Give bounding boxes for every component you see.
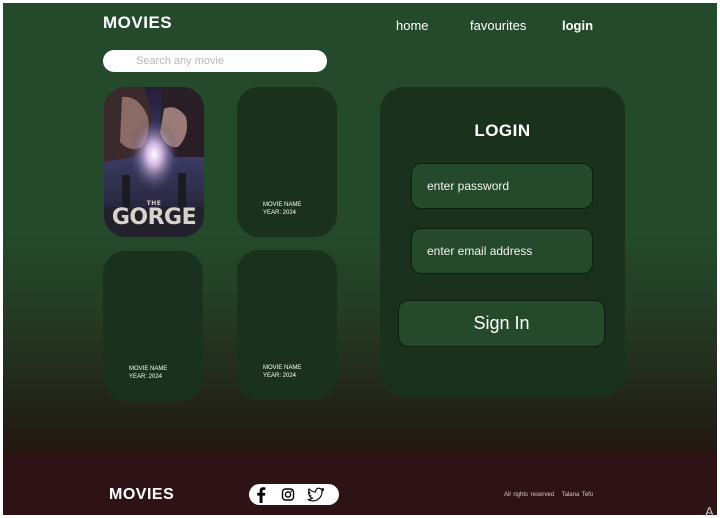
movie-year: YEAR: 2024: [263, 209, 297, 216]
poster-title-big: GORGE: [111, 205, 197, 230]
movie-card[interactable]: MOVIE NAME YEAR: 2024: [237, 250, 337, 400]
movie-card[interactable]: MOVIE NAME YEAR: 2024: [237, 87, 337, 237]
copyright-text: All rights reserved Talana Tefo: [504, 492, 598, 498]
nav-home-link[interactable]: home: [396, 18, 429, 33]
social-links: [249, 484, 339, 505]
footer-brand: MOVIES: [109, 486, 175, 503]
email-field[interactable]: [411, 228, 593, 274]
facebook-icon[interactable]: [252, 486, 270, 503]
nav-login-link[interactable]: login: [562, 18, 593, 33]
movie-meta: MOVIE NAME YEAR: 2024: [129, 366, 167, 381]
movie-meta: MOVIE NAME YEAR: 2024: [263, 202, 301, 217]
sign-in-button[interactable]: Sign In: [398, 300, 605, 347]
top-nav: home favourites login: [3, 18, 717, 38]
movie-year: YEAR: 2024: [129, 373, 163, 380]
movie-year: YEAR: 2024: [263, 372, 297, 379]
login-title: LOGIN: [474, 121, 531, 140]
footer: MOVIES All rights reserved Talana Tefo: [3, 451, 717, 515]
rights-text: All rights reserved: [504, 492, 555, 498]
search-input[interactable]: [103, 50, 327, 72]
login-panel: LOGIN Sign In: [380, 87, 625, 397]
movie-name: MOVIE NAME: [263, 202, 302, 208]
instagram-icon[interactable]: [279, 486, 297, 503]
twitter-icon[interactable]: [307, 486, 325, 503]
movie-card[interactable]: MOVIE NAME YEAR: 2024: [103, 251, 203, 401]
nav-favourites-link[interactable]: favourites: [470, 18, 526, 33]
movie-meta: MOVIE NAME YEAR: 2024: [263, 365, 301, 380]
app-window: MOVIES home favourites login Search any …: [3, 3, 717, 515]
movie-card[interactable]: THE GORGE: [104, 87, 204, 237]
movie-name: MOVIE NAME: [263, 365, 302, 371]
password-field[interactable]: [411, 163, 593, 209]
author-text: Talana Tefo: [561, 492, 594, 498]
corner-glyph: A: [705, 504, 714, 518]
movie-name: MOVIE NAME: [129, 366, 168, 372]
